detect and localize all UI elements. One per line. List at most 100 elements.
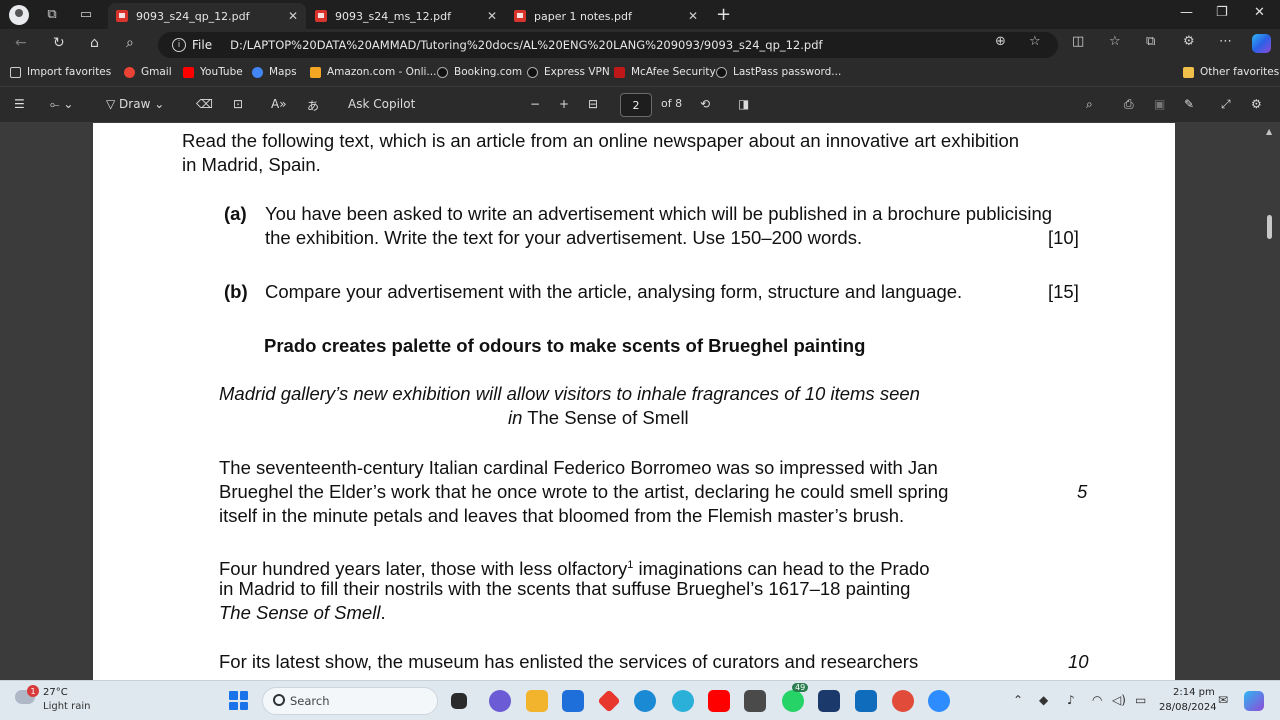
print-icon[interactable]: ⎙ <box>1124 97 1134 112</box>
chrome-icon[interactable] <box>892 690 914 712</box>
ask-copilot-button[interactable]: Ask Copilot <box>348 97 415 111</box>
dropbox-icon[interactable]: ◆ <box>1039 693 1048 707</box>
favorite-lastpass[interactable]: LastPass password... <box>716 66 841 78</box>
tab-ms[interactable]: 9093_s24_ms_12.pdf ✕ <box>307 3 505 29</box>
expressvpn-icon <box>527 66 538 78</box>
favorite-maps[interactable]: Maps <box>252 66 297 78</box>
clock-time[interactable]: 2:14 pm <box>1173 687 1215 698</box>
copilot-icon[interactable] <box>1252 34 1271 53</box>
copilot-icon[interactable] <box>1244 691 1264 711</box>
article-headline: Prado creates palette of odours to make … <box>264 335 866 356</box>
scroll-up-icon[interactable]: ▲ <box>1266 127 1272 136</box>
lastpass-icon <box>716 66 727 78</box>
page-number-input[interactable]: 2 <box>620 93 652 117</box>
app-icon[interactable] <box>597 689 621 713</box>
favorite-label: McAfee Security <box>631 66 716 78</box>
scrollbar-thumb[interactable] <box>1267 215 1272 239</box>
favorite-amazon[interactable]: Amazon.com - Onli... <box>310 66 436 78</box>
search-icon[interactable]: ⌕ <box>126 35 134 51</box>
close-icon[interactable]: ✕ <box>688 9 698 23</box>
youtube-icon[interactable] <box>708 690 730 712</box>
search-label: Search <box>290 694 330 708</box>
close-icon[interactable]: ✕ <box>487 9 497 23</box>
edge-icon[interactable] <box>634 690 656 712</box>
highlight-icon[interactable]: ⟜ ⌄ <box>50 97 73 112</box>
translate-icon[interactable]: あ <box>307 97 319 114</box>
refresh-icon[interactable]: ↻ <box>53 35 65 51</box>
collections-icon[interactable]: ⧉ <box>1146 34 1155 49</box>
save-icon[interactable]: ▣ <box>1154 97 1165 111</box>
app-icon[interactable] <box>744 690 766 712</box>
save-as-icon[interactable]: ✎ <box>1184 97 1194 111</box>
taskbar-search[interactable]: Search <box>262 687 438 715</box>
draw-button[interactable]: ▽ Draw ⌄ <box>106 97 164 111</box>
volume-icon[interactable]: ◁) <box>1112 693 1126 707</box>
back-icon[interactable]: ← <box>15 35 27 51</box>
start-button[interactable] <box>229 691 248 710</box>
address-bar[interactable]: i File D:/LAPTOP%20DATA%20AMMAD/Tutoring… <box>158 32 1058 58</box>
favorite-booking[interactable]: Booking.com <box>437 66 522 78</box>
eraser-icon[interactable]: ⌫ <box>196 97 213 111</box>
rotate-icon[interactable]: ⟲ <box>700 97 710 111</box>
zoom-icon[interactable] <box>928 690 950 712</box>
tab-actions-icon[interactable]: ▭ <box>75 4 97 26</box>
wifi-icon[interactable]: ◠ <box>1092 693 1102 707</box>
outlook-icon[interactable] <box>855 690 877 712</box>
favorite-import[interactable]: Import favorites <box>10 66 111 78</box>
clock-date[interactable]: 28/08/2024 <box>1159 702 1217 713</box>
favorite-gmail[interactable]: Gmail <box>124 66 172 78</box>
favorite-star-icon[interactable]: ☆ <box>1029 34 1041 49</box>
navigation-bar: ← ↻ ⌂ ⌕ i File D:/LAPTOP%20DATA%20AMMAD/… <box>0 29 1280 60</box>
microphone-icon[interactable]: ♪ <box>1067 693 1075 707</box>
store-icon[interactable] <box>562 690 584 712</box>
weather-desc[interactable]: Light rain <box>43 701 91 712</box>
profile-icon[interactable] <box>9 4 29 25</box>
intro-line: Read the following text, which is an art… <box>182 130 1020 151</box>
favorites-bar: Import favorites Gmail YouTube Maps Amaz… <box>0 60 1280 87</box>
text-box-icon[interactable]: ⊡ <box>233 97 243 111</box>
app-icon[interactable] <box>818 690 840 712</box>
contents-icon[interactable]: ☰ <box>14 97 25 111</box>
task-view-icon[interactable] <box>451 693 467 709</box>
file-explorer-icon[interactable] <box>526 690 548 712</box>
read-aloud-icon[interactable]: A» <box>271 97 287 111</box>
teams-icon[interactable] <box>489 690 511 712</box>
other-favorites[interactable]: Other favorites <box>1183 66 1279 78</box>
url-text[interactable]: D:/LAPTOP%20DATA%20AMMAD/Tutoring%20docs… <box>230 38 822 52</box>
favorite-mcafee[interactable]: McAfee Security <box>614 66 716 78</box>
notifications-icon[interactable]: ✉ <box>1218 693 1228 707</box>
more-menu-icon[interactable]: ⋯ <box>1219 34 1232 49</box>
page-view-icon[interactable]: ◨ <box>738 97 749 111</box>
favorite-youtube[interactable]: YouTube <box>183 66 243 78</box>
page-count: of 8 <box>661 97 683 110</box>
tab-qp[interactable]: 9093_s24_qp_12.pdf ✕ <box>108 3 306 29</box>
minimize-button[interactable]: — <box>1180 5 1193 20</box>
zoom-in-icon[interactable]: + <box>559 97 569 111</box>
protocol-label: File <box>192 38 213 52</box>
home-icon[interactable]: ⌂ <box>90 35 99 51</box>
show-hidden-icons[interactable]: ⌃ <box>1013 693 1023 707</box>
close-window-button[interactable]: ✕ <box>1254 5 1265 20</box>
search-icon[interactable]: ⌕ <box>1086 97 1093 112</box>
favorite-expressvpn[interactable]: Express VPN <box>527 66 610 78</box>
favorites-icon[interactable]: ☆ <box>1109 34 1121 49</box>
close-icon[interactable]: ✕ <box>288 9 298 23</box>
weather-temp[interactable]: 27°C <box>43 687 68 698</box>
scrollbar[interactable] <box>1264 123 1274 680</box>
zoom-icon[interactable]: ⊕ <box>995 34 1006 49</box>
fit-page-icon[interactable]: ⊟ <box>588 97 598 111</box>
app-icon[interactable] <box>672 690 694 712</box>
settings-icon[interactable]: ⚙ <box>1251 97 1262 111</box>
split-screen-icon[interactable]: ◫ <box>1072 34 1084 49</box>
pdf-viewer[interactable]: Read the following text, which is an art… <box>0 123 1280 680</box>
zoom-out-icon[interactable]: − <box>530 97 540 111</box>
tab-notes[interactable]: paper 1 notes.pdf ✕ <box>506 3 706 29</box>
workspaces-icon[interactable]: ⧉ <box>41 4 63 26</box>
fullscreen-icon[interactable]: ⤢ <box>1221 97 1231 112</box>
maximize-button[interactable]: ❐ <box>1216 5 1228 20</box>
whatsapp-icon[interactable] <box>782 690 804 712</box>
new-tab-button[interactable]: + <box>716 4 731 25</box>
info-icon[interactable]: i <box>172 38 186 52</box>
extensions-icon[interactable]: ⚙ <box>1183 34 1195 49</box>
battery-icon[interactable]: ▭ <box>1135 693 1146 707</box>
